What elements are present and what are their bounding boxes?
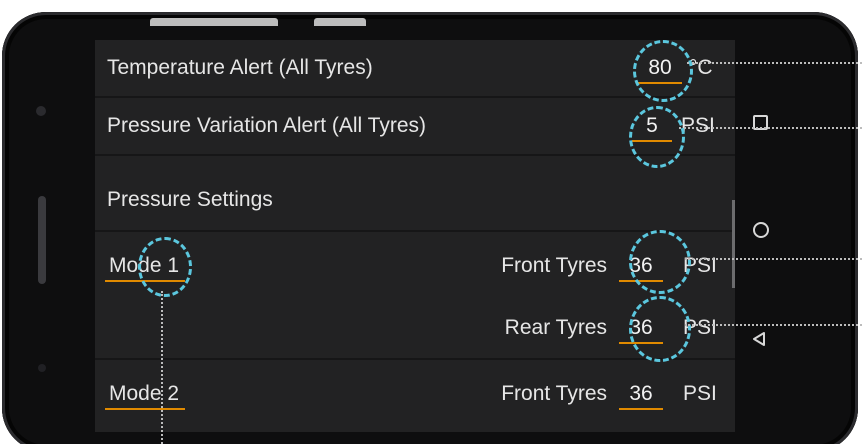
- mode-2-row: Mode 2 Front Tyres 36 PSI: [95, 360, 735, 432]
- scrollbar[interactable]: [732, 200, 735, 288]
- temperature-alert-row: Temperature Alert (All Tyres) 80 °C: [95, 40, 735, 98]
- temperature-unit: °C: [689, 56, 713, 79]
- mode-1-rear-unit: PSI: [683, 316, 717, 339]
- pressure-settings-header-row: Pressure Settings: [95, 156, 735, 232]
- mode-2-selector[interactable]: Mode 2: [105, 382, 186, 410]
- mode-1-rear-leader-line: [685, 324, 862, 326]
- pressure-settings-header: Pressure Settings: [107, 188, 273, 211]
- sensor-dot: [38, 364, 46, 372]
- volume-button: [150, 18, 278, 26]
- mode-1-rear-label: Rear Tyres: [504, 316, 607, 339]
- temperature-alert-input[interactable]: 80: [638, 56, 682, 84]
- speaker-grille: [38, 196, 46, 284]
- pressure-variation-input[interactable]: 5: [632, 114, 672, 142]
- mode-1-rear-input[interactable]: 36: [619, 316, 663, 344]
- back-triangle-icon[interactable]: [752, 331, 766, 352]
- pressure-variation-leader-line: [679, 127, 862, 129]
- pressure-variation-row: Pressure Variation Alert (All Tyres) 5 P…: [95, 98, 735, 156]
- temperature-alert-label: Temperature Alert (All Tyres): [107, 56, 373, 79]
- power-button: [314, 18, 366, 26]
- mode-2-front-label: Front Tyres: [501, 382, 607, 405]
- mode-2-front-input[interactable]: 36: [619, 382, 663, 410]
- mode-1-selector[interactable]: Mode 1: [105, 254, 186, 282]
- mode-1-leader-line: [161, 291, 163, 444]
- mode-2-front-unit: PSI: [683, 382, 717, 405]
- mode-1-front-input[interactable]: 36: [619, 254, 663, 282]
- front-camera-icon: [36, 106, 46, 116]
- mode-1-front-label: Front Tyres: [501, 254, 607, 277]
- mode-1-front-leader-line: [685, 258, 862, 260]
- home-circle-icon[interactable]: [753, 222, 769, 238]
- settings-screen: Temperature Alert (All Tyres) 80 °C Pres…: [95, 40, 735, 432]
- pressure-variation-unit: PSI: [681, 114, 715, 137]
- mode-1-row: Mode 1 Front Tyres 36 PSI Rear Tyres 36 …: [95, 232, 735, 360]
- temperature-leader-line: [687, 62, 862, 64]
- pressure-variation-label: Pressure Variation Alert (All Tyres): [107, 114, 426, 137]
